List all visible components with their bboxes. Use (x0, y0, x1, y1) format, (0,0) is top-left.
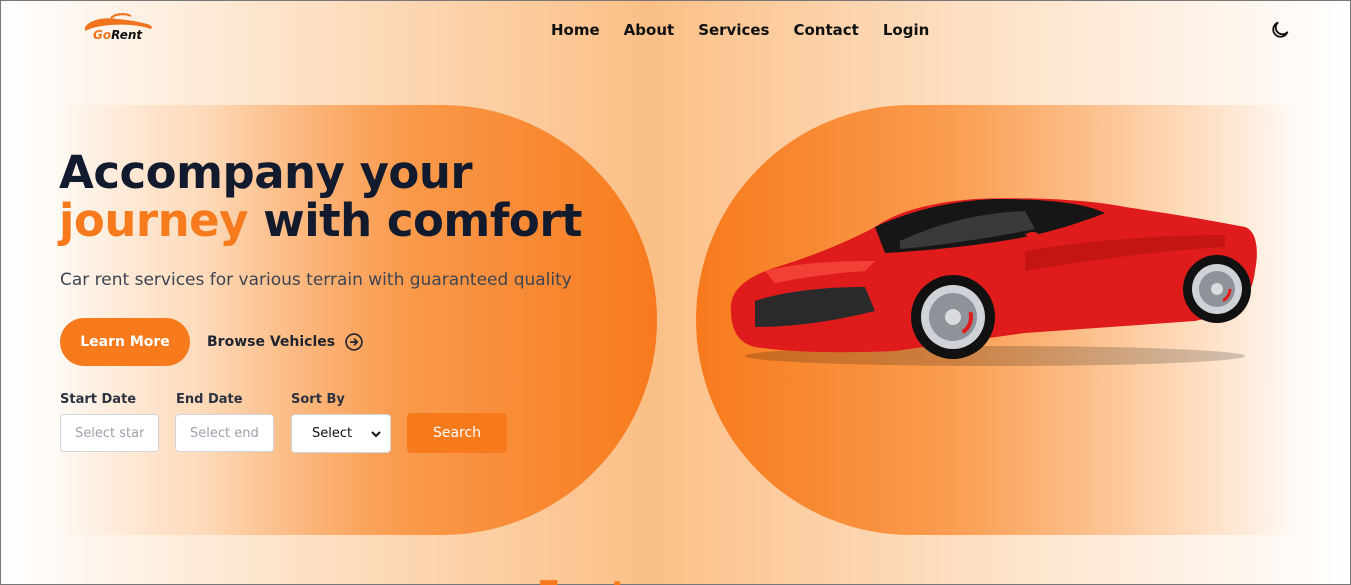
headline-accent: journey (59, 194, 248, 247)
headline-rest: with comfort (247, 194, 583, 247)
red-sports-car-image (730, 198, 1257, 366)
gorent-logo[interactable]: GoRent (81, 13, 157, 45)
browse-vehicles-link[interactable]: Browse Vehicles (207, 332, 364, 352)
theme-toggle-button[interactable] (1269, 19, 1291, 41)
logo-wordmark: GoRent (93, 28, 142, 42)
nav-services[interactable]: Services (698, 21, 769, 39)
featured-section-heading-peek: Featured (537, 575, 697, 585)
hero-headline: Accompany your journey with comfort (59, 146, 583, 247)
nav-contact[interactable]: Contact (793, 21, 858, 39)
learn-more-button[interactable]: Learn More (60, 318, 190, 366)
chevron-down-icon (371, 430, 381, 437)
search-button[interactable]: Search (407, 413, 507, 453)
top-navbar: GoRent Home About Services Contact Login (1, 1, 1351, 61)
sort-by-select[interactable]: Select (291, 414, 391, 453)
browse-vehicles-label: Browse Vehicles (207, 334, 336, 350)
moon-icon (1272, 21, 1289, 38)
start-date-input[interactable] (60, 414, 159, 452)
logo-text-go: Go (93, 28, 112, 42)
end-date-label: End Date (176, 392, 243, 407)
nav-login[interactable]: Login (883, 21, 929, 39)
end-date-input[interactable] (175, 414, 274, 452)
start-date-label: Start Date (60, 392, 137, 407)
featured-heading-text: Featured (537, 575, 697, 585)
main-menu: Home About Services Contact Login (551, 21, 929, 39)
sort-by-label: Sort By (291, 392, 345, 407)
logo-text-rent: Rent (111, 28, 143, 42)
hero-subtitle: Car rent services for various terrain wi… (60, 270, 572, 290)
headline-line1: Accompany your (59, 146, 473, 199)
nav-about[interactable]: About (624, 21, 675, 39)
arrow-right-circle-icon (345, 333, 363, 351)
sort-by-value: Select (312, 426, 353, 441)
nav-home[interactable]: Home (551, 21, 600, 39)
